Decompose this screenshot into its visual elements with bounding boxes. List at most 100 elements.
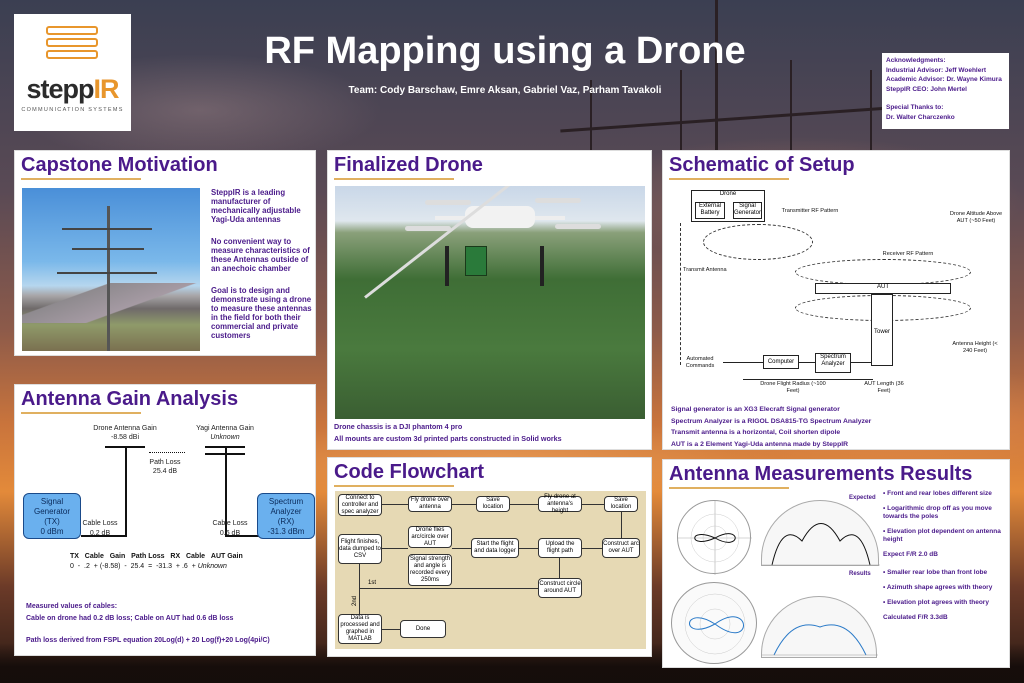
capstone-point: Goal is to design and demonstrate using … [211,286,312,340]
capstone-heading: Capstone Motivation [21,154,218,176]
result-bullet: • Elevation plot agrees with theory [883,599,989,606]
path-dots [149,452,185,453]
link-line [723,362,763,363]
link-line [799,362,815,363]
computer-block: Computer [763,355,799,369]
path-loss-label: Path Loss [149,459,181,466]
flow-step: Connect to controller and spec analyzer [338,494,382,516]
result-bullet: • Elevation plot dependent on antenna he… [883,528,1001,543]
thanks-line: Dr. Walter Charczenko [886,113,955,121]
results-label: Results [849,571,871,577]
altitude-label: Drone Altitude Above AUT (~50 Feet) [949,211,1003,224]
steppir-logo: steppIR COMMUNICATION SYSTEMS [14,14,131,131]
flow-step: Signal strength and angle is recorded ev… [408,554,452,586]
radius-arrow [743,379,873,380]
flow-arrow [359,564,360,614]
results-notes: • Front and rear lobes different size • … [883,490,1005,629]
flow-step: Fly drone over antenna [408,496,452,512]
logo-subtitle: COMMUNICATION SYSTEMS [21,107,124,113]
path-loss-value: 25.4 dB [152,468,178,475]
command-link-line [680,223,681,365]
expected-azimuth-plot [677,500,752,575]
flow-arrow [582,548,602,549]
ack-line: Academic Advisor: Dr. Wayne Kimura [886,76,1002,83]
ack-line: Industrial Advisor: Jeff Woehlert [886,66,987,74]
tower-block: Tower [871,294,893,366]
flow-step: Construct circle around AUT [538,578,582,598]
drone-photo [335,186,645,419]
heading-rule [334,178,454,180]
flow-arrow [519,548,538,549]
team-line: Team: Cody Barschaw, Emre Aksan, Gabriel… [348,85,662,96]
drone-gain-value: -8.58 dBi [110,434,140,441]
yagi-gain-label: Yagi Antenna Gain [196,425,254,432]
result-bullet: • Smaller rear lobe than front lobe [883,569,988,576]
flow-branch-label: 1st [368,580,377,586]
cable-loss-right-value: 0.6 dB [219,530,241,537]
results-panel: Antenna Measurements Results Expected Re… [662,459,1010,668]
tx-pattern-ellipse [703,224,813,260]
flow-arrow [621,512,622,538]
flow-step: Data is processed and graphed in MATLAB [338,614,382,644]
thanks-heading: Special Thanks to: [886,104,944,111]
flow-step: Save location [604,496,638,512]
measured-azimuth-plot [671,582,757,664]
gain-panel: Antenna Gain Analysis Drone Antenna Gain… [14,384,316,656]
flow-step: Fly drone at antenna's height [538,494,582,514]
ack-line: SteppIR CEO: John Mertel [886,85,967,93]
drone-panel: Finalized Drone Drone chassis is a DJI p… [327,150,652,450]
logo-wordmark: steppIR [26,74,119,104]
flow-step: Drone flies arc/circle over AUT [408,526,452,548]
flow-step: Upload the flight path [538,538,582,558]
poster-title: RF Mapping using a Drone [264,30,746,72]
drone-gain-label: Drone Antenna Gain [93,425,157,432]
automated-commands-label: Automated Commands [685,356,715,369]
equation-values: 0 - .2 + (-8.58) - 25.4 = -31.3 + .6 + U… [70,563,227,570]
external-battery-block: External Battery [695,202,725,219]
flowchart-panel: Code Flowchart Connect to controller and… [327,457,652,657]
signal-generator-block: Signal Generator [733,202,762,219]
capstone-text: SteppIR is a leading manufacturer of mec… [211,188,313,353]
cable-loss-left-value: 0.2 dB [89,530,111,537]
flow-arrow [452,548,471,549]
ack-heading: Acknowledgments: [886,57,946,64]
schematic-captions: Signal generator is an XG3 Elecraft Sign… [671,406,872,448]
result-bullet: • Azimuth shape agrees with theory [883,584,993,591]
flow-step: Construct arc over AUT [602,538,640,558]
schematic-heading: Schematic of Setup [669,154,855,176]
flow-step: Done [400,620,446,638]
background-antenna-element [870,70,872,160]
result-bullet: • Front and rear lobes different size [883,490,992,497]
result-bullet: • Logarithmic drop off as you move towar… [883,505,992,520]
antenna-tower-photo [22,188,200,351]
results-heading: Antenna Measurements Results [669,463,973,485]
signal-generator-box: Signal Generator (TX) 0 dBm [23,493,81,539]
gain-heading: Antenna Gain Analysis [21,388,239,410]
rx-pattern-ellipse [795,259,971,285]
cable-loss-left-label: Cable Loss [82,520,118,527]
tx-pattern-label: Transmitter RF Pattern [781,208,839,214]
cable-note: Cable on drone had 0.2 dB loss; Cable on… [26,615,234,622]
flow-arrow [382,548,408,549]
schematic-panel: Schematic of Setup Drone External Batter… [662,150,1010,450]
flow-arrow [382,629,400,630]
flow-branch-label: 2nd [352,595,359,607]
drone-feed-line [125,446,127,536]
aut-length-label: AUT Length (36 Feet) [864,381,904,394]
flow-arrow [510,504,538,505]
capstone-panel: Capstone Motivation SteppIR is a leading… [14,150,316,356]
heading-rule [21,178,141,180]
result-line: Expect F/R 2.0 dB [883,551,938,558]
drone-caption: Drone chassis is a DJI phantom 4 pro [334,422,463,431]
expected-elevation-plot [761,500,880,566]
result-line: Calculated F/R 3.3dB [883,614,948,621]
flight-radius-label: Drone Flight Radius (~100 Feet) [760,381,826,394]
flow-arrow [452,504,476,505]
heading-rule [669,487,789,489]
flow-step: Save location [476,496,510,512]
heading-rule [21,412,141,414]
flow-arrow [559,558,560,578]
drone-heading: Finalized Drone [334,154,483,176]
flow-step: Flight finishes, data dumped to CSV [338,534,382,564]
capstone-point: No convenient way to measure characteris… [211,237,310,273]
